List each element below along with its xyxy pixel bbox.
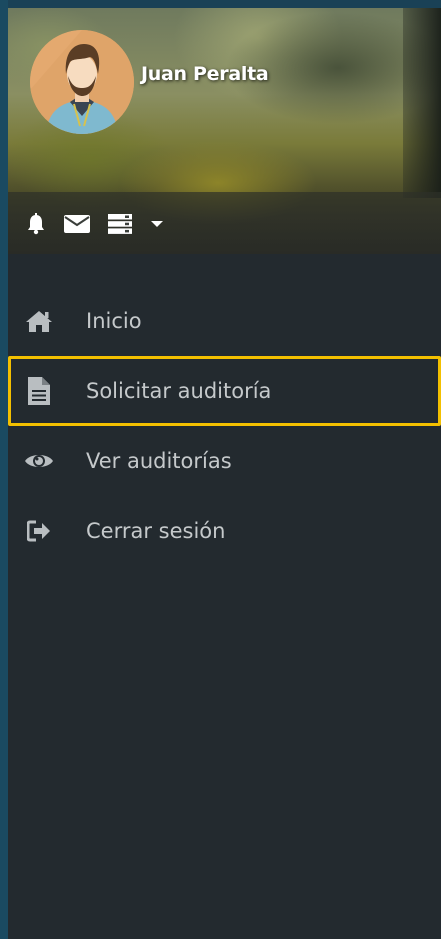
profile-toolbar bbox=[26, 210, 182, 238]
avatar[interactable] bbox=[30, 30, 134, 134]
server-icon[interactable] bbox=[108, 214, 132, 234]
bell-icon[interactable] bbox=[26, 213, 46, 235]
window-top-edge bbox=[0, 0, 441, 8]
menu-item-cerrar-sesion[interactable]: Cerrar sesión bbox=[8, 496, 441, 566]
envelope-icon[interactable] bbox=[64, 215, 90, 233]
menu-item-label: Inicio bbox=[86, 309, 142, 333]
menu-item-ver-auditorias[interactable]: Ver auditorías bbox=[8, 426, 441, 496]
profile-header: Juan Peralta bbox=[8, 8, 441, 254]
menu-item-label: Cerrar sesión bbox=[86, 519, 226, 543]
caret-down-icon[interactable] bbox=[150, 219, 164, 229]
avatar-image bbox=[30, 30, 134, 134]
menu-item-label: Solicitar auditoría bbox=[86, 379, 272, 403]
file-icon bbox=[24, 376, 54, 406]
window-left-edge bbox=[0, 0, 8, 939]
sidebar: Juan Peralta Inicio Solicitar auditoría … bbox=[8, 8, 441, 939]
menu-item-solicitar-auditoria[interactable]: Solicitar auditoría bbox=[8, 356, 441, 426]
home-icon bbox=[24, 306, 54, 336]
menu-item-inicio[interactable]: Inicio bbox=[8, 286, 441, 356]
sign-out-icon bbox=[24, 516, 54, 546]
header-background-tree bbox=[403, 8, 441, 198]
eye-icon bbox=[24, 446, 54, 476]
user-name[interactable]: Juan Peralta bbox=[141, 63, 269, 85]
menu-item-label: Ver auditorías bbox=[86, 449, 232, 473]
